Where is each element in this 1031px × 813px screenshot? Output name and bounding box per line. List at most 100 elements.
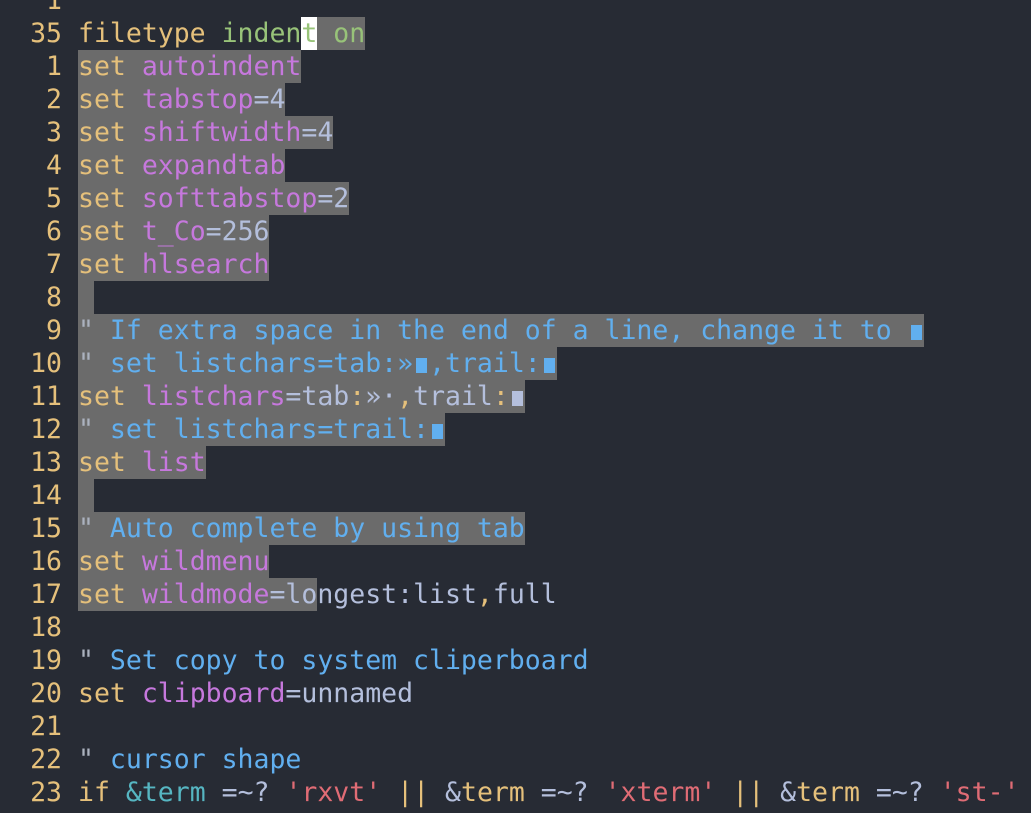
line-code[interactable] xyxy=(78,479,94,512)
line-code[interactable]: set shiftwidth=4 xyxy=(78,116,334,149)
code-token: set xyxy=(78,149,142,182)
editor-line[interactable]: 4 set expandtab xyxy=(0,149,1031,182)
editor-line[interactable]: 19 " Set copy to system cliperboard xyxy=(0,644,1031,677)
code-token: =tab xyxy=(285,380,350,413)
code-token: hlsearch xyxy=(141,248,270,281)
editor-line[interactable]: 23 if &term =~? 'rxvt' || &term =~? 'xter… xyxy=(0,776,1031,809)
editor-line[interactable]: 12 " set listchars=trail: xyxy=(0,413,1031,446)
code-token: Auto complete by using tab xyxy=(109,512,525,545)
editor-line[interactable]: 2 set tabstop=4 xyxy=(0,83,1031,116)
line-number: 1 xyxy=(46,0,62,16)
line-number: 6 xyxy=(46,216,62,247)
line-code[interactable]: " cursor shape xyxy=(78,743,301,776)
code-token: list xyxy=(141,446,206,479)
square-icon xyxy=(416,358,428,373)
code-token: filetype xyxy=(78,18,222,49)
line-code[interactable]: filetype indent on xyxy=(78,17,366,50)
vim-editor[interactable]: 1 35 filetype indent on 1 set autoindent 2 set… xyxy=(0,0,1031,809)
editor-line[interactable]: 14 xyxy=(0,479,1031,512)
code-token: clipboard xyxy=(141,678,286,709)
editor-line[interactable]: 7 set hlsearch xyxy=(0,248,1031,281)
line-code[interactable]: set list xyxy=(78,446,206,479)
code-token: " xyxy=(78,347,110,380)
line-code[interactable]: set autoindent xyxy=(78,50,302,83)
line-number: 35 xyxy=(30,18,62,49)
editor-line[interactable]: 1 set autoindent xyxy=(0,50,1031,83)
editor-line[interactable]: 35 filetype indent on xyxy=(0,17,1031,50)
editor-line[interactable]: 3 set shiftwidth=4 xyxy=(0,116,1031,149)
code-token: t_Co xyxy=(141,215,206,248)
code-token: set xyxy=(78,50,142,83)
code-token: set xyxy=(78,83,142,116)
editor-line[interactable]: 11 set listchars=tab:»·,trail: xyxy=(0,380,1031,413)
code-token: wildmode xyxy=(141,578,270,611)
code-token: »· xyxy=(365,380,398,413)
code-token: set xyxy=(78,545,142,578)
line-code[interactable]: set clipboard=unnamed xyxy=(78,677,413,710)
code-token: " xyxy=(78,744,110,775)
code-token: set listchars=tab:» xyxy=(109,347,414,380)
code-token: cursor shape xyxy=(109,744,302,775)
code-token: : xyxy=(349,380,366,413)
editor-line[interactable]: 15 " Auto complete by using tab xyxy=(0,512,1031,545)
code-token: =unnamed xyxy=(285,678,414,709)
square-icon xyxy=(910,325,922,340)
code-token: & xyxy=(429,777,461,808)
code-token: =~? xyxy=(524,777,605,808)
listchar-block-glyph xyxy=(907,314,924,347)
editor-line[interactable]: 8 xyxy=(0,281,1031,314)
line-number: 5 xyxy=(46,183,62,214)
editor-line[interactable]: 13 set list xyxy=(0,446,1031,479)
code-token: || xyxy=(732,777,765,808)
line-code[interactable]: " Set copy to system cliperboard xyxy=(78,644,589,677)
line-number: 7 xyxy=(46,249,62,280)
code-token: full xyxy=(492,579,557,610)
editor-line[interactable]: 10 " set listchars=tab:» ,trail: xyxy=(0,347,1031,380)
code-token: 'st-' xyxy=(939,777,1020,808)
line-code[interactable]: " set listchars=trail: xyxy=(78,413,446,446)
line-code[interactable]: set expandtab xyxy=(78,149,286,182)
line-code[interactable] xyxy=(78,281,94,314)
code-token: || xyxy=(397,777,430,808)
line-code[interactable]: if &term =~? 'rxvt' || &term =~? 'xterm'… xyxy=(78,776,1019,809)
editor-line[interactable]: 18 xyxy=(0,611,1031,644)
line-number: 8 xyxy=(46,282,62,313)
code-token: set xyxy=(78,678,142,709)
line-number: 20 xyxy=(30,678,62,709)
line-code[interactable]: " set listchars=tab:» ,trail: xyxy=(78,347,557,380)
line-code[interactable]: " Auto complete by using tab xyxy=(78,512,525,545)
code-token: inden xyxy=(221,18,302,49)
editor-line[interactable]: 1 xyxy=(0,0,1031,17)
line-code[interactable]: set wildmenu xyxy=(78,545,270,578)
code-token: =4 xyxy=(253,83,286,116)
code-token: softtabstop xyxy=(141,182,318,215)
editor-line[interactable]: 9 " If extra space in the end of a line, … xyxy=(0,314,1031,347)
code-token: &term xyxy=(125,777,206,808)
selection-empty-line xyxy=(78,281,94,314)
editor-line[interactable]: 20 set clipboard=unnamed xyxy=(0,677,1031,710)
code-token: trail xyxy=(413,380,493,413)
editor-line[interactable]: 5 set softtabstop=2 xyxy=(0,182,1031,215)
line-code[interactable]: set tabstop=4 xyxy=(78,83,286,116)
line-number: 12 xyxy=(30,414,62,445)
line-number: 3 xyxy=(46,117,62,148)
line-number: 13 xyxy=(30,447,62,478)
line-code[interactable]: set hlsearch xyxy=(78,248,270,281)
code-token: " xyxy=(78,645,110,676)
code-token: , xyxy=(476,579,493,610)
editor-line[interactable]: 21 xyxy=(0,710,1031,743)
editor-line[interactable]: 6 set t_Co=256 xyxy=(0,215,1031,248)
square-icon xyxy=(543,358,555,373)
line-code[interactable]: set t_Co=256 xyxy=(78,215,270,248)
line-code[interactable]: " If extra space in the end of a line, c… xyxy=(78,314,924,347)
editor-line[interactable]: 22 " cursor shape xyxy=(0,743,1031,776)
editor-line[interactable]: 17 set wildmode=longest:list,full xyxy=(0,578,1031,611)
line-code[interactable]: set softtabstop=2 xyxy=(78,182,350,215)
code-token: If extra space in the end of a line, cha… xyxy=(109,314,908,347)
line-code[interactable]: set wildmode=longest:list,full xyxy=(78,578,557,611)
code-token: wildmenu xyxy=(141,545,270,578)
code-token: =4 xyxy=(301,116,334,149)
line-code[interactable]: set listchars=tab:»·,trail: xyxy=(78,380,525,413)
editor-line[interactable]: 16 set wildmenu xyxy=(0,545,1031,578)
